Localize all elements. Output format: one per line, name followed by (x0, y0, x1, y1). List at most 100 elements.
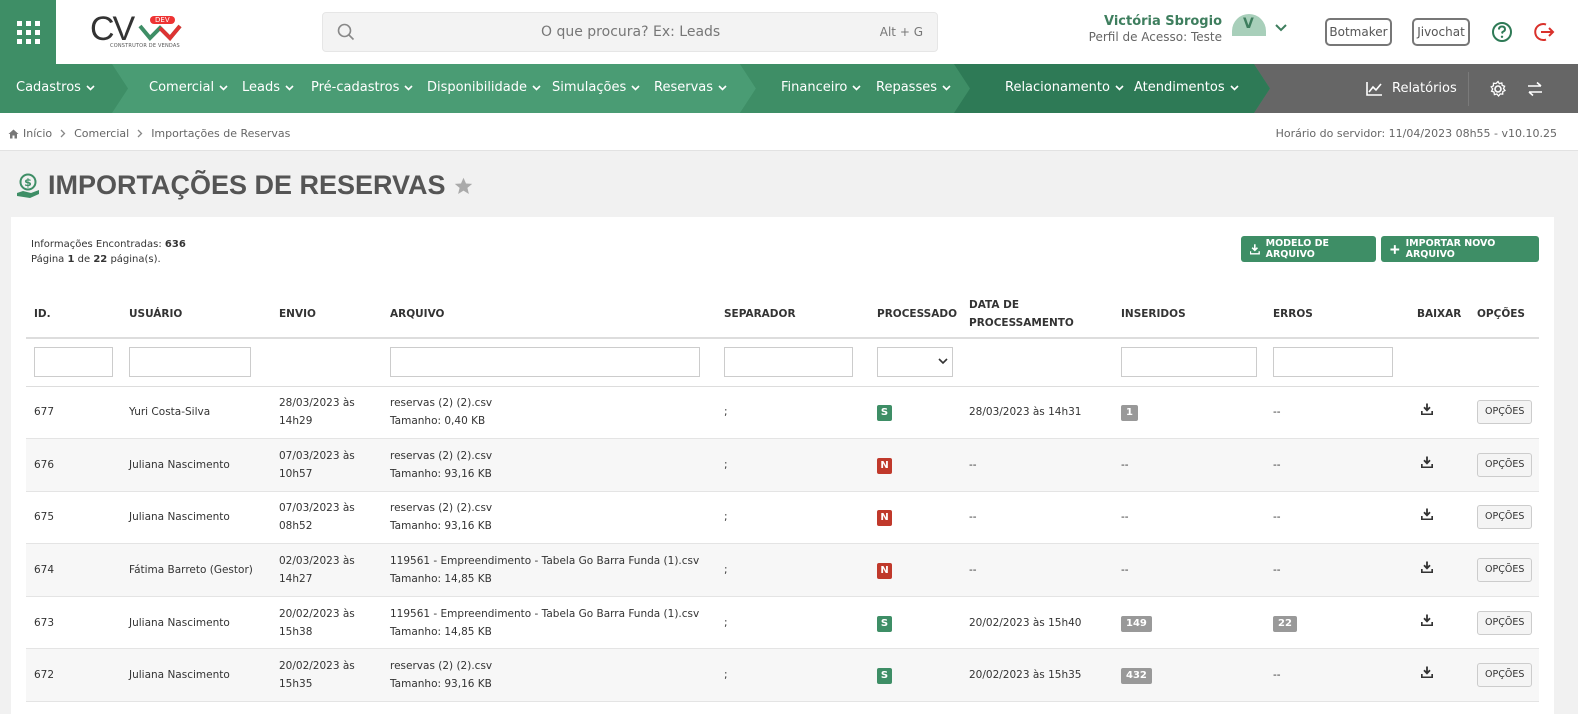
download-button[interactable] (1420, 561, 1434, 579)
file-name: 119561 - Empreendimento - Tabela Go Barr… (390, 607, 700, 620)
download-icon (1420, 403, 1434, 416)
cell-download (1409, 438, 1469, 492)
nav-relatorios[interactable]: Relatórios (1366, 80, 1457, 96)
cell-id: 674 (26, 543, 121, 597)
cell-download (1409, 386, 1469, 440)
file-size: Tamanho: 14,85 KB (390, 573, 492, 586)
table-row: 675 Juliana Nascimento 07/03/2023 às 08h52 r… (26, 491, 1539, 545)
col-sent[interactable]: ENVIO (271, 290, 382, 339)
results-count: 636 (164, 239, 186, 250)
nav-atendimentos[interactable]: Atendimentos (1134, 80, 1239, 95)
swap-icon[interactable] (1527, 81, 1543, 97)
cell-user: Juliana Nascimento (121, 648, 271, 703)
filter-user-input[interactable] (129, 347, 251, 378)
download-button[interactable] (1420, 666, 1434, 684)
cell-file: reservas (2) (2).csv Tamanho: 93,16 KB (382, 491, 716, 545)
download-button[interactable] (1420, 456, 1434, 474)
jivochat-button[interactable]: Jivochat (1412, 18, 1470, 46)
nav-financeiro[interactable]: Financeiro (781, 80, 861, 95)
breadcrumb-home[interactable]: Início (8, 127, 52, 140)
filter-inserted-input[interactable] (1121, 347, 1257, 378)
col-user[interactable]: USUÁRIO (121, 290, 271, 339)
file-size: Tamanho: 93,16 KB (390, 467, 492, 480)
cell-inserted: -- (1113, 438, 1265, 492)
search-input[interactable]: O que procura? Ex: Leads Alt + G (322, 12, 938, 52)
nav-repasses[interactable]: Repasses (876, 80, 951, 95)
file-size: Tamanho: 93,16 KB (390, 520, 492, 533)
table-row: 676 Juliana Nascimento 07/03/2023 às 10h57 r… (26, 438, 1539, 492)
table-row: 672 Juliana Nascimento 20/02/2023 às 15h35 r… (26, 648, 1539, 703)
options-button[interactable]: OPÇÕES (1477, 505, 1533, 530)
filter-processed-select[interactable] (877, 347, 953, 378)
import-file-button[interactable]: IMPORTAR NOVO ARQUIVO (1381, 236, 1539, 262)
filter-file-input[interactable] (390, 347, 700, 378)
errors-badge: 22 (1273, 615, 1297, 632)
col-processed[interactable]: PROCESSADO (869, 290, 961, 339)
help-icon[interactable] (1491, 21, 1513, 43)
dev-badge: DEV (150, 16, 175, 24)
avatar[interactable]: V (1232, 14, 1266, 36)
col-processed-date[interactable]: DATA DE PROCESSAMENTO (961, 290, 1113, 339)
col-file[interactable]: ARQUIVO (382, 290, 716, 339)
chevron-down-icon (631, 85, 640, 91)
filter-errors-input[interactable] (1273, 347, 1393, 378)
cell-processed-at: 28/03/2023 às 14h31 (961, 386, 1113, 440)
chevron-down-icon (86, 85, 95, 91)
chevron-down-icon (852, 85, 861, 91)
nav-comercial[interactable]: Comercial (149, 80, 228, 95)
breadcrumb-comercial[interactable]: Comercial (74, 127, 129, 140)
cell-inserted: 149 (1113, 596, 1265, 650)
nav-cadastros[interactable]: Cadastros (16, 80, 95, 95)
results-info: Informações Encontradas: 636 Página 1 de… (31, 239, 186, 265)
filter-separator-input[interactable] (724, 347, 853, 378)
star-icon[interactable] (454, 177, 473, 195)
chevron-down-icon (404, 85, 413, 91)
download-button[interactable] (1420, 403, 1434, 421)
errors-value: -- (1273, 564, 1281, 577)
money-hand-icon: $ (17, 173, 39, 198)
download-template-button[interactable]: MODELO DE ARQUIVO (1241, 236, 1376, 262)
options-button[interactable]: OPÇÕES (1477, 400, 1533, 425)
logo[interactable]: CV DEV CONSTRUTOR DE VENDAS (88, 10, 184, 54)
gear-icon[interactable] (1489, 80, 1507, 98)
nav-relacionamento[interactable]: Relacionamento (1005, 80, 1124, 95)
nav-disponibilidade[interactable]: Disponibilidade (427, 80, 541, 95)
col-inserted[interactable]: INSERIDOS (1113, 290, 1265, 339)
col-id[interactable]: ID. (26, 290, 121, 339)
nav-divider (1468, 72, 1469, 106)
options-button[interactable]: OPÇÕES (1477, 452, 1533, 477)
botmaker-button[interactable]: Botmaker (1325, 18, 1392, 46)
file-size: Tamanho: 0,40 KB (390, 415, 486, 428)
search-shortcut: Alt + G (879, 25, 923, 39)
nav-simulacoes[interactable]: Simulações (552, 80, 640, 95)
user-info[interactable]: Victória Sbrogio Perfil de Acesso: Teste (1050, 14, 1222, 44)
chevron-down-icon (285, 85, 294, 91)
file-name: reservas (2) (2).csv (390, 502, 493, 515)
nav-leads[interactable]: Leads (242, 80, 294, 95)
download-button[interactable] (1420, 508, 1434, 526)
cell-download (1409, 543, 1469, 597)
logout-icon[interactable] (1532, 21, 1556, 43)
options-button[interactable]: OPÇÕES (1477, 558, 1533, 583)
options-button[interactable]: OPÇÕES (1477, 663, 1533, 688)
options-button[interactable]: OPÇÕES (1477, 610, 1533, 635)
breadcrumb-bar: Início Comercial Importações de Reservas… (0, 113, 1578, 151)
cell-file: reservas (2) (2).csv Tamanho: 93,16 KB (382, 438, 716, 492)
cell-separator: ; (716, 438, 869, 492)
apps-menu-button[interactable] (0, 0, 56, 64)
table-header-row: ID. USUÁRIO ENVIO ARQUIVO SEPARADOR PROC… (26, 290, 1539, 339)
download-button[interactable] (1420, 614, 1434, 632)
cell-processed: S (869, 648, 961, 703)
nav-reservas[interactable]: Reservas (654, 80, 727, 95)
col-separator[interactable]: SEPARADOR (716, 290, 869, 339)
cell-errors: -- (1265, 543, 1409, 597)
col-errors[interactable]: ERROS (1265, 290, 1409, 339)
server-time: Horário do servidor: 11/04/2023 08h55 - … (1275, 127, 1557, 140)
filter-id-input[interactable] (34, 347, 113, 378)
chevron-down-icon (942, 85, 951, 91)
home-icon (8, 129, 19, 138)
nav-pre-cadastros[interactable]: Pré-cadastros (311, 80, 413, 95)
table-row: 677 Yuri Costa-Silva 28/03/2023 às 14h29 res… (26, 386, 1539, 440)
cell-separator: ; (716, 491, 869, 545)
chevron-down-icon[interactable] (1275, 24, 1287, 32)
